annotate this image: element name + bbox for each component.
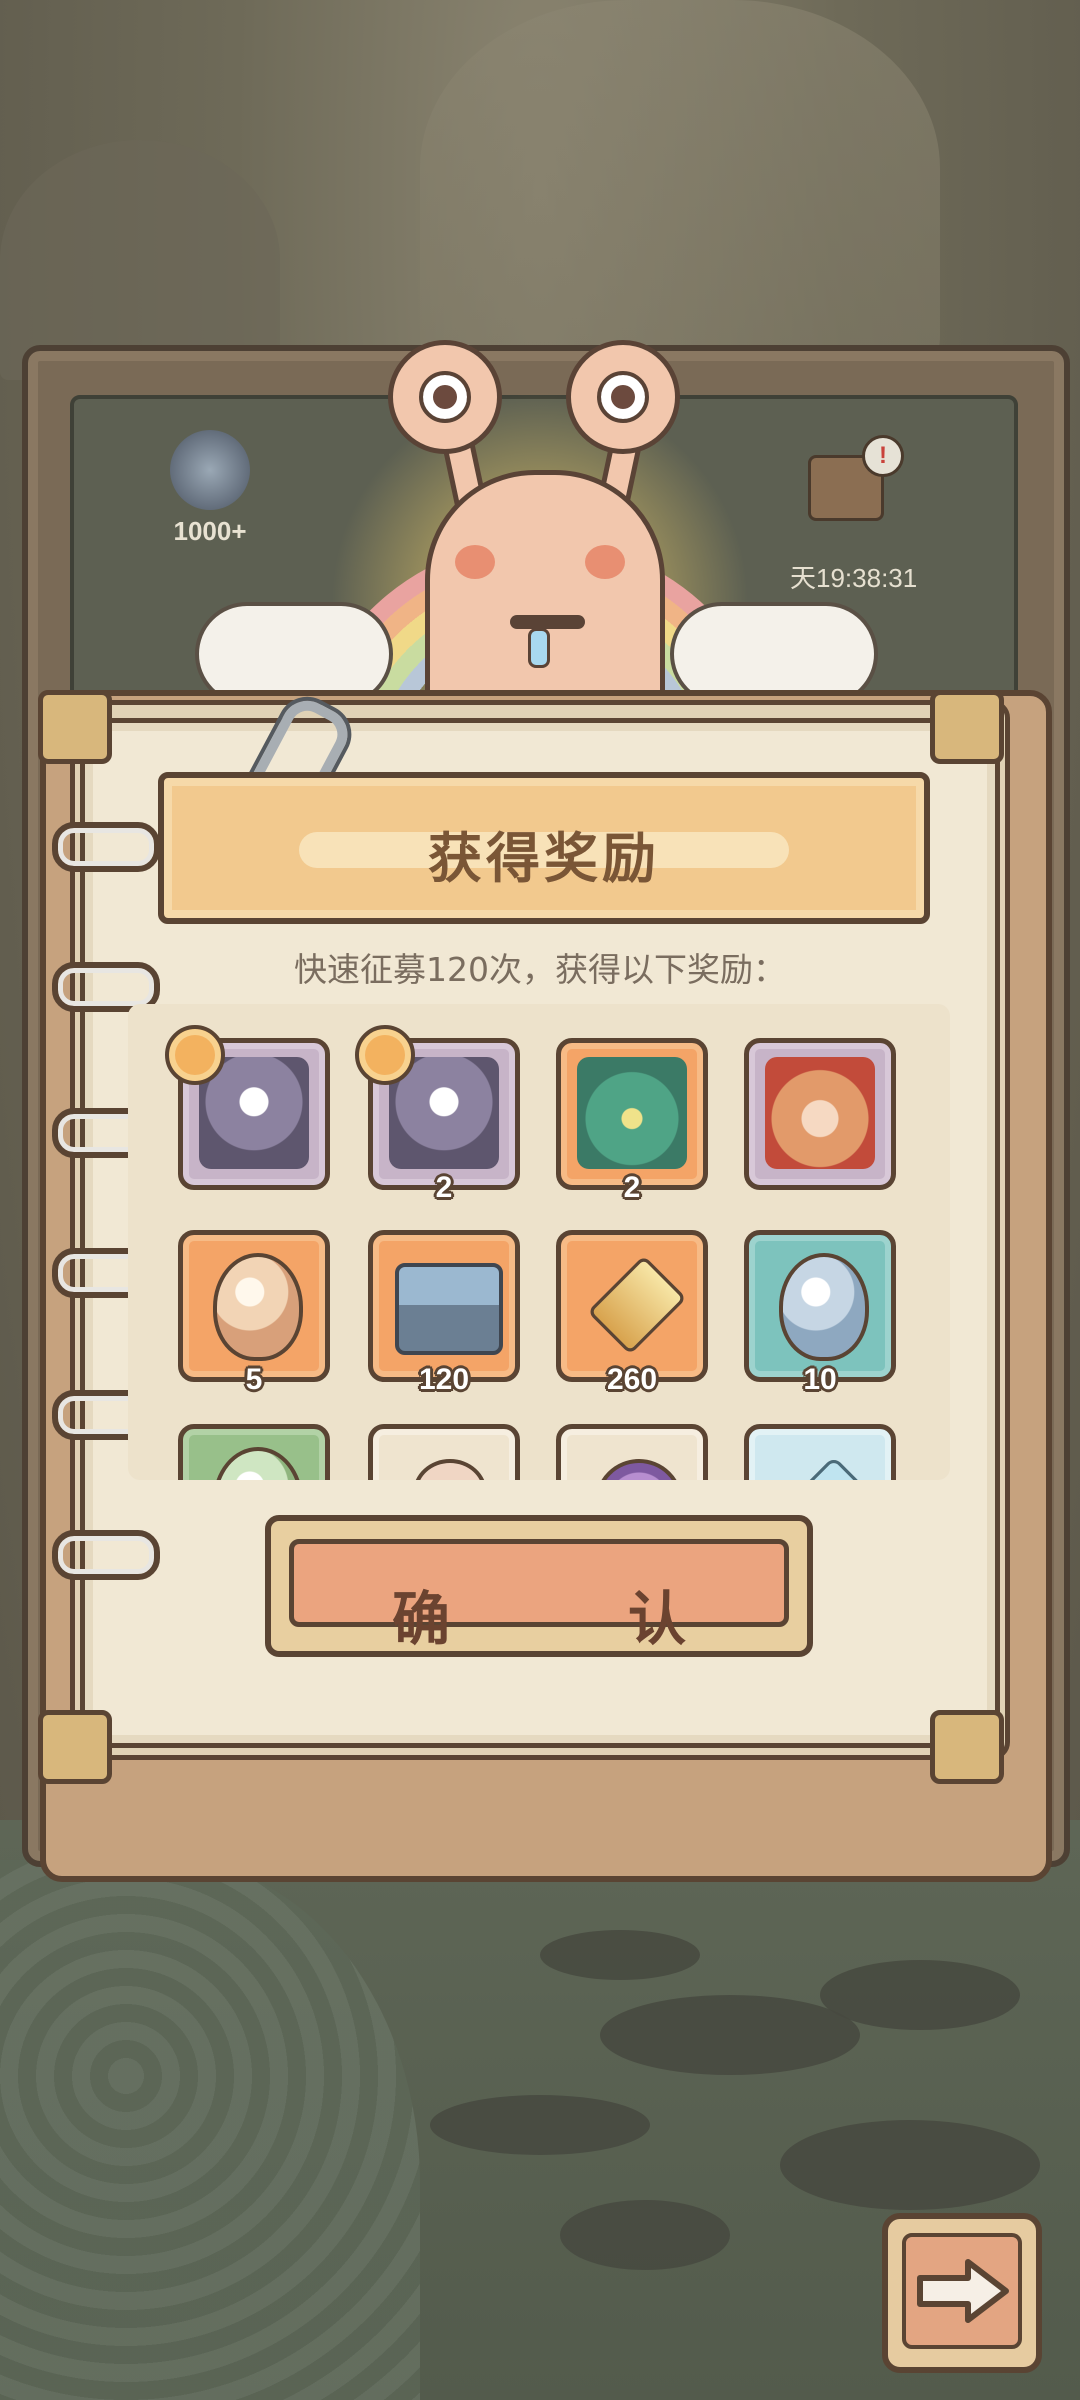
green-egg-icon [213,1447,303,1480]
next-button[interactable] [882,2213,1042,2373]
reward-count: 260 [606,1363,658,1396]
orange-egg-icon [213,1253,303,1361]
reward-item[interactable] [744,1038,896,1190]
reward-count: 120 [418,1363,470,1396]
snail-cheek [455,545,495,579]
reward-item[interactable]: 260 [556,1230,708,1396]
dragon-hero-icon [577,1057,687,1169]
treasure-chest-icon [395,1263,503,1355]
confirm-button-face: 确 认 [289,1539,789,1653]
medal-icon [587,1255,687,1355]
reward-item[interactable]: 2 [556,1038,708,1204]
reward-count: 2 [623,1171,641,1204]
reward-count: 2 [435,1171,453,1204]
reward-item[interactable]: 120 [368,1230,520,1396]
frame-corner [930,1710,1004,1784]
snail-icon [413,1459,487,1480]
recruit-count-badge: 1000+ [155,430,265,560]
gem-icon [170,430,250,510]
recruit-count-value: 1000+ [173,516,247,546]
reward-description: 快速征募120次，获得以下奖励： [294,950,786,989]
purple-shell-icon [595,1459,683,1480]
frame-corner [38,1710,112,1784]
stepping-stone [430,2095,650,2155]
reward-item[interactable]: 5 [178,1230,330,1396]
hero-tier-badge-icon [165,1025,225,1085]
dialog-title-banner: 获得奖励 [158,772,930,924]
background-hut [0,140,280,380]
reward-item[interactable] [165,1025,330,1190]
binder-ring [52,1530,160,1580]
snail-cheek [585,545,625,579]
hero-tier-badge-icon [355,1025,415,1085]
arrow-right-icon [917,2259,1009,2323]
reward-item[interactable]: 10 [744,1230,896,1396]
reward-count: 5 [245,1363,263,1396]
binder-ring [52,822,160,872]
next-button-face [902,2233,1022,2349]
stepping-stone [560,2200,730,2270]
alert-icon: ! [862,435,904,477]
snail-drool [528,628,550,668]
countdown-timer: 天19:38:31 [790,563,918,593]
dialog-title: 获得奖励 [428,827,660,890]
snail-eye-left [388,340,502,454]
confirm-button-label: 确 认 [391,1585,746,1653]
reward-item[interactable] [368,1424,520,1480]
reward-item[interactable] [178,1424,330,1480]
snail-eye-right [566,340,680,454]
snail-mouth [510,615,585,629]
tiger-hero-icon [765,1057,875,1169]
frame-corner [38,690,112,764]
crystal-icon [784,1456,870,1480]
stepping-stone [600,1995,860,2075]
reward-item[interactable] [556,1424,708,1480]
reward-item[interactable] [744,1424,896,1480]
confirm-button[interactable]: 确 认 [265,1515,813,1657]
reward-count: 10 [803,1363,837,1396]
reward-item[interactable]: 2 [355,1025,520,1204]
frame-corner [930,690,1004,764]
stepping-stone [780,2120,1040,2210]
stepping-stone [540,1930,700,1980]
reward-grid[interactable]: 2 2 5 120 260 10 [128,1004,950,1480]
blue-egg-icon [779,1253,869,1361]
